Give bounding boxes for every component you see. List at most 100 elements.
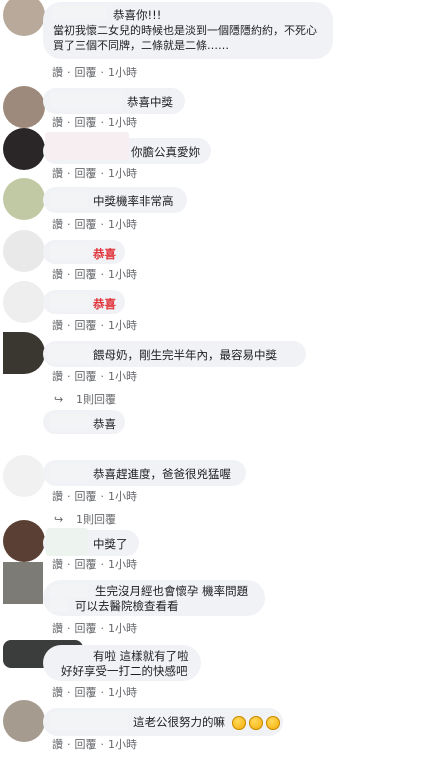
- like-button[interactable]: 讚: [52, 620, 63, 636]
- reply-button[interactable]: 回覆: [75, 488, 97, 504]
- reply-button[interactable]: 回覆: [75, 64, 97, 80]
- redacted-name: [52, 6, 107, 20]
- redacted-name: [50, 191, 88, 208]
- comment-text: 你膽公真愛妳: [131, 145, 200, 159]
- comment-actions: 讚 · 回覆 · 1小時: [52, 165, 137, 181]
- timestamp[interactable]: 1小時: [108, 266, 137, 282]
- timestamp[interactable]: 1小時: [108, 64, 137, 80]
- separator: ·: [100, 738, 105, 751]
- reply-button[interactable]: 回覆: [75, 556, 97, 572]
- comment-text: 恭喜趕進度，爸爸很兇猛喔: [93, 467, 231, 481]
- separator: ·: [100, 167, 105, 180]
- separator: ·: [67, 738, 71, 751]
- comment-actions: 讚 · 回覆 · 1小時: [52, 488, 137, 504]
- avatar[interactable]: [3, 281, 45, 323]
- avatar[interactable]: [3, 0, 45, 36]
- like-button[interactable]: 讚: [52, 556, 63, 572]
- separator: ·: [100, 490, 105, 503]
- timestamp[interactable]: 1小時: [108, 488, 137, 504]
- reply-count-label: 1則回覆: [76, 513, 116, 526]
- separator: ·: [67, 558, 71, 571]
- separator: ·: [100, 218, 105, 231]
- timestamp[interactable]: 1小時: [108, 736, 137, 752]
- separator: ·: [67, 268, 71, 281]
- view-replies-link[interactable]: ↪ 1則回覆: [54, 511, 116, 527]
- redacted-name: [50, 414, 90, 429]
- timestamp[interactable]: 1小時: [108, 216, 137, 232]
- redacted-name: [50, 712, 128, 730]
- comment-actions: 讚 · 回覆 · 1小時: [52, 64, 137, 80]
- timestamp[interactable]: 1小時: [108, 368, 137, 384]
- comment-text: 這老公很努力的嘛: [133, 715, 225, 729]
- reply-button[interactable]: 回覆: [75, 165, 97, 181]
- avatar[interactable]: [3, 520, 45, 562]
- separator: ·: [100, 686, 105, 699]
- like-button[interactable]: 讚: [52, 266, 63, 282]
- timestamp[interactable]: 1小時: [108, 556, 137, 572]
- separator: ·: [100, 622, 105, 635]
- comment-actions: 讚 · 回覆 · 1小時: [52, 684, 137, 700]
- reply-button[interactable]: 回覆: [75, 620, 97, 636]
- laughing-face-icon: [231, 715, 246, 730]
- separator: ·: [67, 370, 71, 383]
- comment-text: 恭喜: [93, 297, 116, 311]
- redacted-name: [50, 244, 90, 259]
- like-button[interactable]: 讚: [52, 317, 63, 333]
- separator: ·: [100, 66, 105, 79]
- timestamp[interactable]: 1小時: [108, 684, 137, 700]
- view-replies-link[interactable]: ↪ 1則回覆: [54, 391, 116, 407]
- reply-button[interactable]: 回覆: [75, 368, 97, 384]
- reply-button[interactable]: 回覆: [75, 216, 97, 232]
- timestamp[interactable]: 1小時: [108, 165, 137, 181]
- avatar[interactable]: [3, 332, 45, 374]
- reply-count-label: 1則回覆: [76, 393, 116, 406]
- timestamp[interactable]: 1小時: [108, 620, 137, 636]
- avatar[interactable]: [3, 230, 45, 272]
- reply-button[interactable]: 回覆: [75, 684, 97, 700]
- separator: ·: [100, 319, 105, 332]
- separator: ·: [67, 686, 71, 699]
- reply-arrow-icon: ↪: [54, 513, 64, 526]
- reply-button[interactable]: 回覆: [75, 317, 97, 333]
- redacted-name: [45, 132, 129, 160]
- like-button[interactable]: 讚: [52, 216, 63, 232]
- like-button[interactable]: 讚: [52, 165, 63, 181]
- comment-text: 餵母奶，剛生完半年內，最容易中獎: [93, 348, 277, 362]
- avatar[interactable]: [3, 86, 45, 128]
- comment-text-line1: 有啦 這樣就有了啦: [93, 649, 189, 663]
- comment-text-line2: 好好享受一打二的快感吧: [61, 664, 188, 678]
- reply-button[interactable]: 回覆: [75, 736, 97, 752]
- separator: ·: [100, 268, 105, 281]
- avatar[interactable]: [3, 178, 45, 220]
- reply-button[interactable]: 回覆: [75, 266, 97, 282]
- comment-bubble: 有啦 這樣就有了啦 好好享受一打二的快感吧: [43, 645, 201, 681]
- redacted-name: [50, 294, 90, 309]
- avatar[interactable]: [3, 700, 45, 742]
- laughing-face-icon: [248, 715, 263, 730]
- avatar[interactable]: [3, 128, 45, 170]
- like-button[interactable]: 讚: [52, 114, 63, 130]
- redacted-name: [50, 584, 88, 598]
- comment-text: 恭喜中獎: [127, 95, 173, 109]
- timestamp[interactable]: 1小時: [108, 114, 137, 130]
- separator: ·: [100, 116, 105, 129]
- avatar[interactable]: [3, 562, 43, 604]
- separator: ·: [100, 370, 105, 383]
- comment-text: 中獎了: [93, 537, 128, 551]
- redacted-name: [50, 464, 90, 481]
- separator: ·: [100, 558, 105, 571]
- separator: ·: [67, 622, 71, 635]
- laughing-face-icon: [265, 715, 280, 730]
- comment-actions: 讚 · 回覆 · 1小時: [52, 114, 137, 130]
- like-button[interactable]: 讚: [52, 684, 63, 700]
- avatar[interactable]: [3, 455, 45, 497]
- separator: ·: [67, 116, 71, 129]
- reply-button[interactable]: 回覆: [75, 114, 97, 130]
- timestamp[interactable]: 1小時: [108, 317, 137, 333]
- like-button[interactable]: 讚: [52, 736, 63, 752]
- comment-text: 中獎機率非常高: [93, 194, 174, 208]
- like-button[interactable]: 讚: [52, 64, 63, 80]
- like-button[interactable]: 讚: [52, 368, 63, 384]
- redacted-name: [50, 92, 122, 109]
- like-button[interactable]: 讚: [52, 488, 63, 504]
